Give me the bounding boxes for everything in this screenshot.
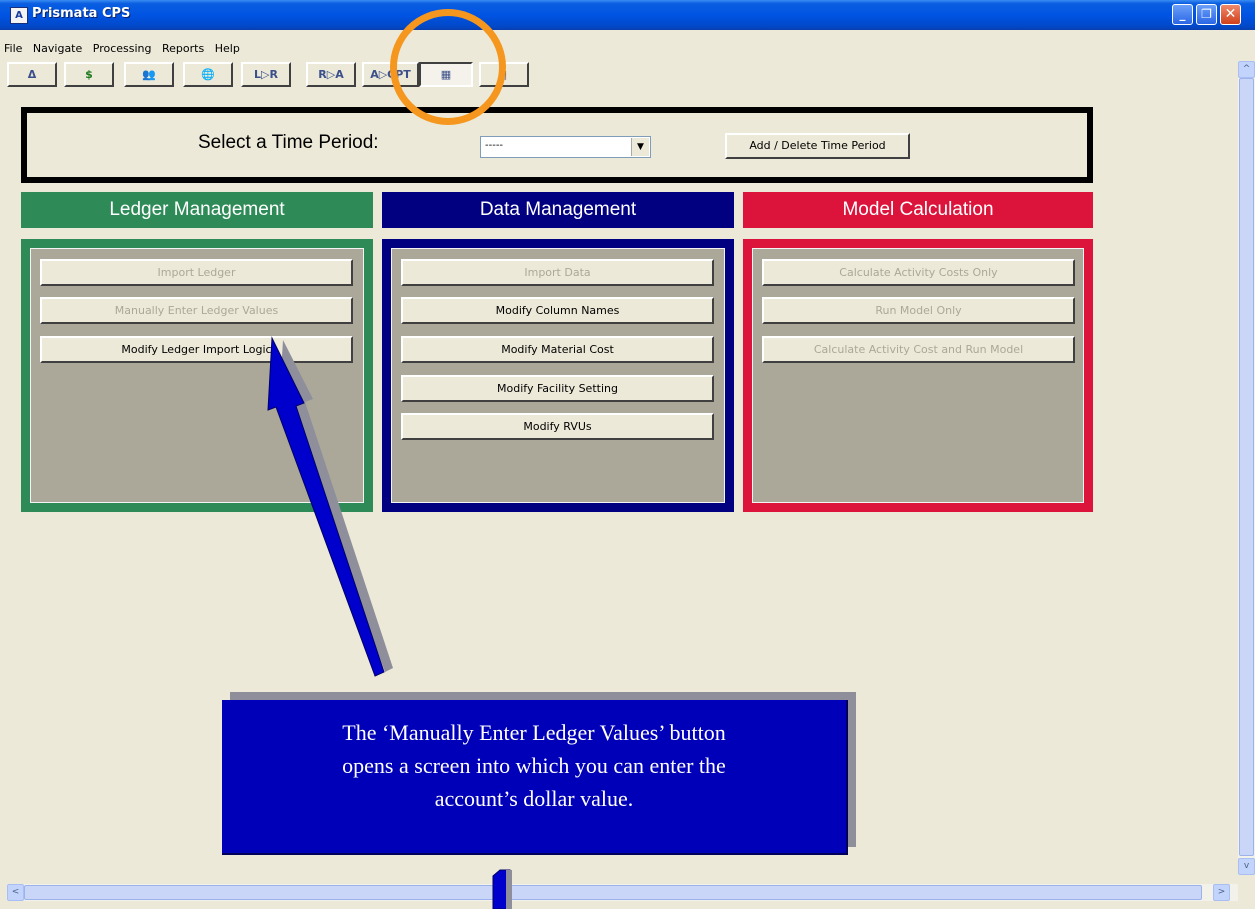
highlight-circle bbox=[390, 9, 506, 125]
bottom-arrow-stub-shadow bbox=[506, 870, 512, 909]
annotation-arrows bbox=[267, 336, 512, 909]
pointer-arrow bbox=[267, 336, 385, 677]
